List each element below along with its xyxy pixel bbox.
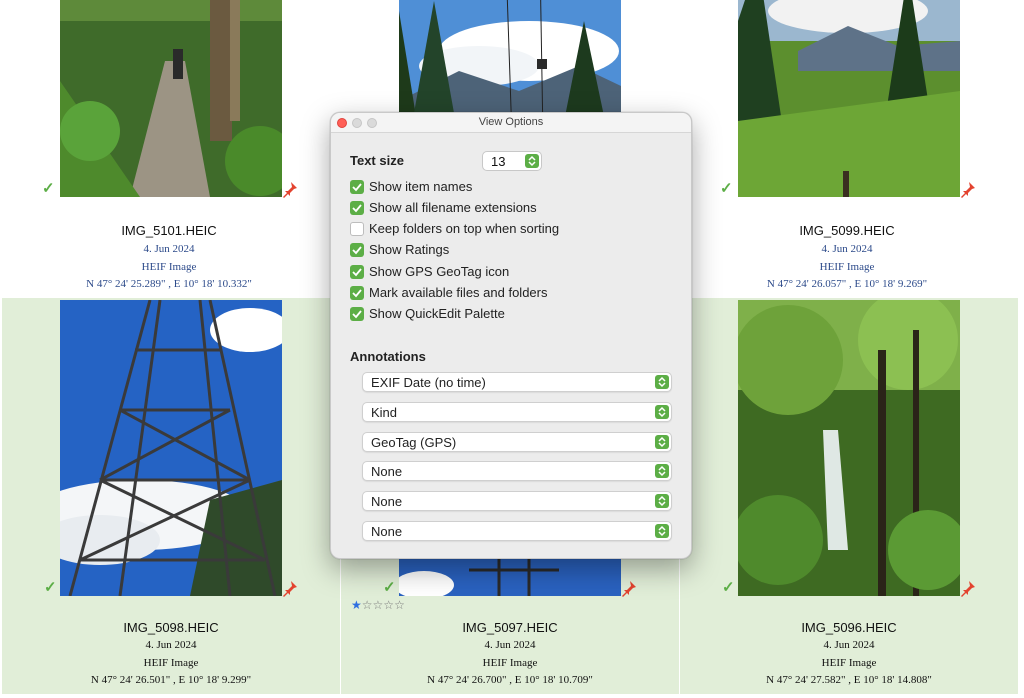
thumbnail-image[interactable] (60, 300, 282, 596)
annotation-popup-3[interactable]: GeoTag (GPS) (362, 432, 672, 452)
up-down-arrows-icon[interactable] (655, 435, 669, 449)
annotation-popup-2[interactable]: Kind (362, 402, 672, 422)
file-name: IMG_5101.HEIC (121, 223, 217, 238)
up-down-arrows-icon[interactable] (655, 375, 669, 389)
geotag: N 47° 24' 26.501" , E 10° 18' 9.299" (90, 674, 252, 686)
geotag: N 47° 24' 26.057" , E 10° 18' 9.269" (766, 278, 928, 290)
up-down-arrows-icon[interactable] (525, 154, 539, 168)
option-label: Keep folders on top when sorting (369, 221, 560, 236)
exif-date: 4. Jun 2024 (145, 639, 197, 651)
file-kind: HEIF Image (821, 657, 877, 669)
star-icon[interactable]: ☆ (383, 598, 394, 612)
file-kind: HEIF Image (143, 657, 199, 669)
option-label: Show all filename extensions (369, 200, 537, 215)
pushpin-icon (622, 581, 636, 597)
file-kind: HEIF Image (819, 261, 875, 273)
checkmark-icon: ✓ (42, 180, 55, 197)
file-kind: HEIF Image (482, 657, 538, 669)
checkbox[interactable] (350, 286, 364, 300)
option-label: Show Ratings (369, 242, 450, 257)
pushpin-icon (961, 182, 975, 198)
star-icon[interactable]: ☆ (394, 598, 405, 612)
checkbox[interactable] (350, 243, 364, 257)
panel-title: View Options (478, 116, 544, 128)
annotations-label: Annotations (350, 349, 426, 364)
popup-value: GeoTag (GPS) (371, 435, 457, 450)
thumbnail-image[interactable] (738, 0, 960, 197)
checkmark-icon: ✓ (383, 579, 396, 596)
checkbox[interactable] (350, 180, 364, 194)
exif-date: 4. Jun 2024 (821, 243, 873, 255)
popup-value: Kind (371, 405, 398, 420)
exif-date: 4. Jun 2024 (823, 639, 875, 651)
checkmark-icon: ✓ (44, 579, 57, 596)
thumbnail-cell-img-5098[interactable]: ✓ IMG_5098.HEIC 4. Jun 2024 HEIF Image N… (2, 298, 340, 694)
thumbnail-image[interactable] (738, 300, 960, 596)
pushpin-icon (283, 182, 297, 198)
checkbox[interactable] (350, 222, 364, 236)
thumbnail-cell-img-5099[interactable]: ✓ IMG_5099.HEIC 4. Jun 2024 HEIF Image N… (678, 0, 1016, 297)
up-down-arrows-icon[interactable] (655, 524, 669, 538)
up-down-arrows-icon[interactable] (655, 464, 669, 478)
up-down-arrows-icon[interactable] (655, 494, 669, 508)
checkbox[interactable] (350, 265, 364, 279)
popup-value: None (371, 524, 403, 539)
text-size-value: 13 (491, 154, 506, 169)
option-label: Show item names (369, 179, 473, 194)
thumbnail-cell-img-5096[interactable]: ✓ IMG_5096.HEIC 4. Jun 2024 HEIF Image N… (680, 298, 1018, 694)
star-icon[interactable]: ★ (351, 598, 362, 612)
checkmark-icon: ✓ (720, 180, 733, 197)
panel-titlebar[interactable]: View Options (331, 113, 691, 133)
exif-date: 4. Jun 2024 (143, 243, 195, 255)
thumbnail-cell-img-5101[interactable]: ✓ IMG_5101.HEIC 4. Jun 2024 HEIF Image N… (0, 0, 338, 297)
annotation-popup-5[interactable]: None (362, 491, 672, 511)
file-name: IMG_5097.HEIC (462, 620, 558, 635)
popup-value: EXIF Date (no time) (371, 375, 486, 390)
checkmark-icon: ✓ (722, 579, 735, 596)
text-size-stepper[interactable]: 13 (482, 151, 542, 171)
popup-value: None (371, 494, 403, 509)
annotation-popup-4[interactable]: None (362, 461, 672, 481)
view-options-panel: View Options Text size 13 Show item name… (330, 112, 692, 559)
geotag: N 47° 24' 26.700" , E 10° 18' 10.709" (427, 674, 593, 686)
geotag: N 47° 24' 27.582" , E 10° 18' 14.808" (766, 674, 932, 686)
exif-date: 4. Jun 2024 (484, 639, 536, 651)
checkbox[interactable] (350, 201, 364, 215)
popup-value: None (371, 464, 403, 479)
star-rating[interactable]: ★☆☆☆☆ (351, 598, 405, 612)
geotag: N 47° 24' 25.289" , E 10° 18' 10.332" (86, 278, 252, 290)
file-kind: HEIF Image (141, 261, 197, 273)
checkbox[interactable] (350, 307, 364, 321)
star-icon[interactable]: ☆ (362, 598, 373, 612)
annotation-popup-1[interactable]: EXIF Date (no time) (362, 372, 672, 392)
file-name: IMG_5098.HEIC (123, 620, 219, 635)
option-label: Show GPS GeoTag icon (369, 264, 510, 279)
pushpin-icon (283, 581, 297, 597)
option-label: Mark available files and folders (369, 285, 548, 300)
star-icon[interactable]: ☆ (373, 598, 384, 612)
thumbnail-image[interactable] (60, 0, 282, 197)
file-name: IMG_5099.HEIC (799, 223, 895, 238)
file-name: IMG_5096.HEIC (801, 620, 897, 635)
up-down-arrows-icon[interactable] (655, 405, 669, 419)
text-size-label: Text size (350, 153, 404, 168)
pushpin-icon (961, 581, 975, 597)
option-label: Show QuickEdit Palette (369, 306, 505, 321)
annotation-popup-6[interactable]: None (362, 521, 672, 541)
